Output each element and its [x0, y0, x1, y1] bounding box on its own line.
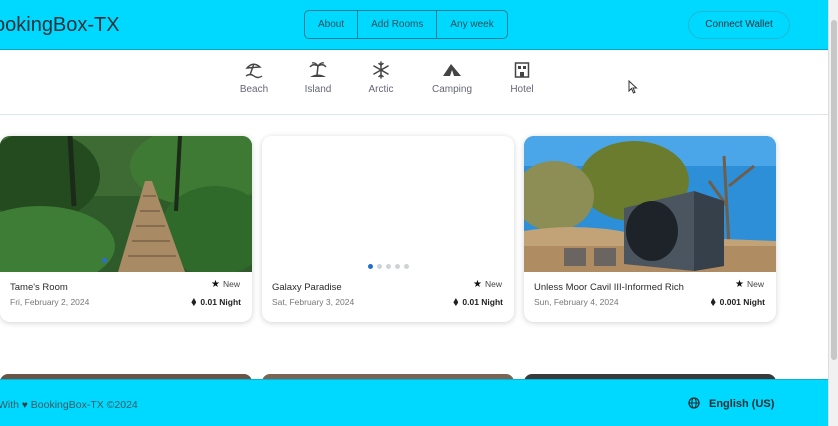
category-beach[interactable]: Beach — [224, 61, 284, 95]
category-camping[interactable]: Camping — [422, 61, 482, 95]
star-icon: ★ — [735, 279, 744, 290]
category-bar: Beach Island Arctic Camping Hotel — [0, 51, 828, 115]
listing-price: 0.01 Night — [191, 297, 241, 307]
listing-photo[interactable] — [0, 136, 252, 272]
nav-add-rooms-button[interactable]: Add Rooms — [358, 11, 438, 38]
badge-label: New — [746, 279, 764, 289]
tent-icon — [443, 64, 461, 76]
scrollbar-thumb[interactable] — [831, 20, 837, 360]
copyright-label: BookingBox-TX ©2024 — [30, 399, 138, 411]
listing-title: Unless Moor Cavil III-Informed Rich — [534, 282, 684, 293]
page-scrollbar[interactable] — [828, 0, 838, 426]
price-label: 0.01 Night — [200, 297, 241, 307]
carousel-dot[interactable] — [376, 264, 382, 269]
listing-date: Fri, February 2, 2024 — [10, 297, 90, 307]
snowflake-icon — [373, 61, 389, 79]
category-label: Camping — [431, 84, 473, 95]
category-arctic[interactable]: Arctic — [351, 61, 411, 95]
palm-island-icon — [309, 62, 327, 77]
carousel-dot[interactable] — [403, 264, 409, 269]
copyright-text: With ♥ BookingBox-TX ©2024 — [0, 399, 138, 411]
beach-umbrella-icon — [245, 63, 263, 79]
category-label: Beach — [239, 84, 269, 95]
new-badge: ★ New — [473, 279, 502, 290]
listing-price: 0.001 Night — [710, 297, 765, 307]
listing-price: 0.01 Night — [453, 297, 503, 307]
price-label: 0.01 Night — [462, 297, 503, 307]
listing-title: Tame's Room — [10, 282, 68, 293]
language-label: English (US) — [709, 398, 775, 410]
hotel-building-icon — [514, 62, 530, 78]
category-island[interactable]: Island — [288, 61, 348, 95]
search-segmented-control[interactable]: About Add Rooms Any week — [304, 10, 508, 39]
app-logo[interactable]: ookingBox-TX — [0, 14, 120, 37]
ethereum-icon — [453, 298, 459, 306]
new-badge: ★ New — [211, 279, 240, 290]
listing-title: Galaxy Paradise — [272, 282, 342, 293]
nav-about-button[interactable]: About — [305, 11, 359, 38]
carousel-dot[interactable] — [102, 258, 107, 263]
listing-photo[interactable] — [524, 136, 776, 272]
star-icon: ★ — [211, 279, 220, 290]
nav-any-week-button[interactable]: Any week — [437, 11, 506, 38]
star-icon: ★ — [473, 279, 482, 290]
mouse-cursor-icon — [628, 80, 638, 94]
header-bar: ookingBox-TX About Add Rooms Any week Co… — [0, 0, 828, 50]
badge-label: New — [484, 279, 502, 289]
carousel-dot[interactable] — [385, 264, 391, 269]
category-label: Island — [304, 84, 332, 95]
listing-photo[interactable] — [262, 136, 514, 272]
category-label: Hotel — [510, 84, 534, 95]
globe-icon — [688, 397, 700, 409]
price-label: 0.001 Night — [719, 297, 765, 307]
listing-card[interactable]: Tame's Room Fri, February 2, 2024 ★ New 0… — [0, 136, 252, 322]
new-badge: ★ New — [735, 279, 764, 290]
listing-card[interactable]: Galaxy Paradise Sat, February 3, 2024 ★ N… — [262, 136, 514, 322]
listing-card[interactable]: Unless Moor Cavil III-Informed Rich Sun,… — [524, 136, 776, 322]
carousel-dot[interactable] — [367, 264, 373, 269]
ethereum-icon — [710, 298, 716, 306]
listing-date: Sun, February 4, 2024 — [534, 297, 619, 307]
badge-label: New — [222, 279, 240, 289]
copyright-prefix: With — [0, 399, 19, 411]
connect-wallet-button[interactable]: Connect Wallet — [688, 11, 790, 39]
category-hotel[interactable]: Hotel — [492, 61, 552, 95]
listing-date: Sat, February 3, 2024 — [272, 297, 355, 307]
carousel-dots — [262, 256, 514, 274]
footer-bar: With ♥ BookingBox-TX ©2024 English (US) — [0, 379, 828, 426]
ethereum-icon — [191, 298, 197, 306]
category-label: Arctic — [368, 84, 394, 95]
carousel-dot[interactable] — [394, 264, 400, 269]
language-selector[interactable]: English (US) — [688, 397, 774, 410]
heart-icon: ♥ — [21, 400, 28, 411]
